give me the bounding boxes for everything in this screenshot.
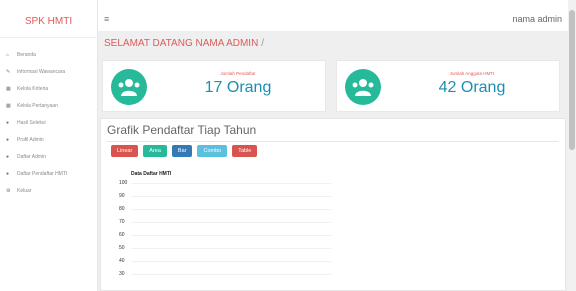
- sidebar-item-hasil-seleksi[interactable]: ● Hasil Seleksi: [0, 114, 97, 131]
- sidebar-item-label: Hasil Seleksi: [17, 119, 46, 126]
- topbar: ≡ nama admin: [98, 6, 568, 32]
- y-tick-label: 50: [119, 245, 125, 251]
- divider: [107, 141, 559, 142]
- stat-card-anggota: Jumlah Anggota HMTI 42 Orang: [336, 60, 560, 112]
- table-button[interactable]: Table: [232, 145, 258, 157]
- users-icon: ●: [6, 119, 10, 126]
- stat-value: 42 Orang: [438, 79, 506, 96]
- admin-user-menu[interactable]: nama admin: [512, 14, 562, 24]
- y-tick-label: 90: [119, 193, 125, 199]
- sidebar-item-label: Kelola Kriteria: [17, 85, 49, 92]
- sidebar-item-label: Daftar Pendaftar HMTI: [17, 170, 68, 177]
- stat-card-pendaftar: Jumlah Pendaftar 17 Orang: [102, 60, 326, 112]
- brand-logo[interactable]: SPK HMTI: [0, 6, 97, 38]
- edit-icon: ✎: [6, 68, 11, 75]
- sidebar-item-keluar[interactable]: ⚙ Keluar: [0, 182, 97, 199]
- users-icon-svg: [118, 79, 140, 96]
- users-icon-svg: [352, 79, 374, 96]
- bar-button[interactable]: Bar: [171, 145, 193, 157]
- chart-type-buttons: Linear Area Bar Combo Table: [111, 145, 258, 157]
- sidebar-item-beranda[interactable]: ⌂ Beranda: [0, 46, 97, 63]
- stat-value: 17 Orang: [204, 79, 272, 96]
- chart-panel: Grafik Pendaftar Tiap Tahun Linear Area …: [100, 118, 566, 291]
- users-icon: ●: [6, 153, 10, 160]
- gridline: [131, 196, 331, 197]
- page-scrollbar[interactable]: [568, 0, 576, 291]
- y-tick-label: 40: [119, 258, 125, 264]
- chart-title: Data Daftar HMTI: [131, 171, 172, 177]
- breadcrumb-separator: /: [261, 38, 265, 49]
- sidebar-item-daftar-pendaftar[interactable]: ● Daftar Pendaftar HMTI: [0, 165, 97, 182]
- sidebar-item-label: Keluar: [17, 187, 32, 194]
- sidebar-item-kelola-kriteria[interactable]: ▦ Kelola Kriteria: [0, 80, 97, 97]
- gear-icon: ⚙: [6, 187, 11, 194]
- sidebar: SPK HMTI ⌂ Beranda ✎ Informasi Wawancara…: [0, 0, 98, 291]
- stat-label: Jumlah Anggota HMTI: [449, 71, 495, 76]
- welcome-heading: SELAMAT DATANG NAMA ADMIN /: [104, 38, 264, 49]
- gridline: [131, 261, 331, 262]
- sidebar-item-label: Daftar Admin: [17, 153, 46, 160]
- y-tick-label: 30: [119, 271, 125, 277]
- sidebar-item-informasi-wawancara[interactable]: ✎ Informasi Wawancara: [0, 63, 97, 80]
- menu-toggle-icon[interactable]: ≡: [104, 14, 109, 24]
- users-icon: [111, 69, 147, 105]
- gridline: [131, 248, 331, 249]
- main-content: SELAMAT DATANG NAMA ADMIN / Jumlah Pendaf…: [98, 32, 568, 291]
- y-tick-label: 100: [119, 180, 128, 186]
- home-icon: ⌂: [6, 51, 10, 58]
- users-icon: ●: [6, 170, 10, 177]
- linear-button[interactable]: Linear: [111, 145, 139, 157]
- sidebar-item-label: Kelola Pertanyaan: [17, 102, 58, 109]
- combo-button[interactable]: Combo: [197, 145, 228, 157]
- sidebar-nav: ⌂ Beranda ✎ Informasi Wawancara ▦ Kelola…: [0, 46, 97, 199]
- sidebar-item-label: Profil Admin: [17, 136, 44, 143]
- table-icon: ▦: [6, 85, 11, 92]
- welcome-title: SELAMAT DATANG NAMA ADMIN: [104, 38, 259, 49]
- y-tick-label: 80: [119, 206, 125, 212]
- gridline: [131, 222, 331, 223]
- sidebar-item-daftar-admin[interactable]: ● Daftar Admin: [0, 148, 97, 165]
- gridline: [131, 274, 331, 275]
- y-tick-label: 70: [119, 219, 125, 225]
- y-tick-label: 60: [119, 232, 125, 238]
- scrollbar-thumb[interactable]: [569, 10, 575, 150]
- gridline: [131, 209, 331, 210]
- gridline: [131, 235, 331, 236]
- sidebar-item-kelola-pertanyaan[interactable]: ▦ Kelola Pertanyaan: [0, 97, 97, 114]
- stat-label: Jumlah Pendaftar: [220, 71, 256, 76]
- panel-title: Grafik Pendaftar Tiap Tahun: [107, 123, 257, 137]
- sidebar-item-label: Beranda: [17, 51, 36, 58]
- area-button[interactable]: Area: [143, 145, 167, 157]
- sidebar-item-label: Informasi Wawancara: [17, 68, 66, 75]
- gridline: [131, 183, 331, 184]
- sidebar-item-profil-admin[interactable]: ● Profil Admin: [0, 131, 97, 148]
- users-icon: [345, 69, 381, 105]
- users-icon: ●: [6, 136, 10, 143]
- table-icon: ▦: [6, 102, 11, 109]
